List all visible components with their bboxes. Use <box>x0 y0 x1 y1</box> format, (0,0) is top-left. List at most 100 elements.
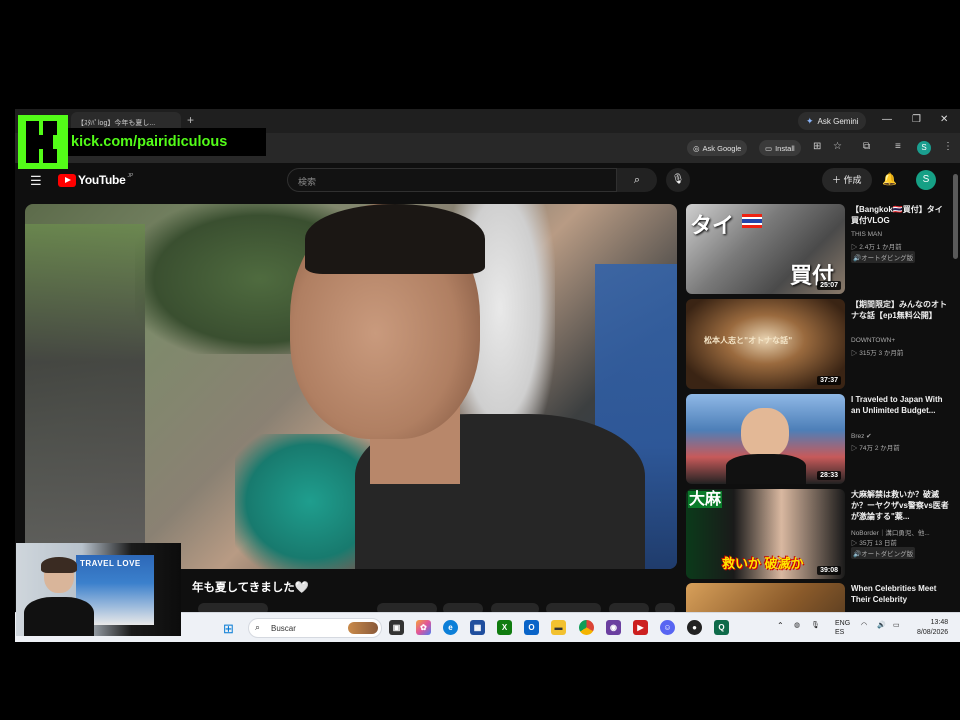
gemini-icon: ✦ <box>806 115 814 126</box>
menu-icon[interactable]: ☰ <box>30 173 42 189</box>
create-label: 作成 <box>843 175 862 185</box>
page-scrollbar[interactable] <box>953 174 958 259</box>
recommendation-meta: ▷ 74万 2 か月前 <box>851 445 900 452</box>
recommendation-title[interactable]: When Celebrities Meet Their Celebrity <box>851 583 949 605</box>
video-title: 年も夏してきました🤍 <box>192 582 310 594</box>
search-highlight-icon <box>348 622 378 634</box>
recommendation-meta: ▷ 35万 13 日前 <box>851 540 897 547</box>
recommendation-item[interactable]: 28:33 I Traveled to Japan With an Unlimi… <box>686 394 956 484</box>
video-background-person <box>25 224 145 569</box>
wifi-icon[interactable]: ◠ <box>861 621 867 629</box>
video-player[interactable] <box>25 204 677 569</box>
media-app-icon[interactable]: ▶ <box>633 620 648 635</box>
install-label: Install <box>775 143 795 153</box>
recommendation-title[interactable]: 【期間限定】みんなのオトナな話【ep1無料公開】 <box>851 299 949 321</box>
ask-gemini-button[interactable]: ✦ Ask Gemini <box>798 112 867 130</box>
thumbnail-text: 大麻 <box>688 491 722 508</box>
recommendation-channel[interactable]: Brez ✔ <box>851 432 872 440</box>
search-icon: ⌕ <box>633 174 641 186</box>
terminal-icon[interactable]: Q <box>714 620 729 635</box>
task-view-icon[interactable]: ▣ <box>389 620 404 635</box>
duration-badge: 37:37 <box>817 376 841 385</box>
language-bottom: ES <box>835 629 845 636</box>
browser-menu-icon[interactable]: ⋮ <box>943 141 953 152</box>
bookmark-star-icon[interactable]: ☆ <box>833 141 842 152</box>
edge-icon[interactable]: e <box>443 620 458 635</box>
recommendation-title[interactable]: I Traveled to Japan With an Unlimited Bu… <box>851 394 949 416</box>
taskbar-search-label: Buscar <box>271 624 296 633</box>
recommendation-thumbnail[interactable]: 28:33 <box>686 394 845 484</box>
duration-badge: 39:08 <box>817 566 841 575</box>
taskbar-clock[interactable]: 13:48 8/08/2026 <box>917 618 948 638</box>
ask-google-label: Ask Google <box>702 143 742 153</box>
ask-gemini-label: Ask Gemini <box>817 116 859 126</box>
browser-profile-avatar[interactable]: S <box>917 141 931 155</box>
ask-google-button[interactable]: ◎ Ask Google <box>687 140 748 156</box>
discord-icon[interactable]: ☺ <box>660 620 675 635</box>
outlook-icon[interactable]: O <box>524 620 539 635</box>
language-indicator[interactable]: ENG ES <box>835 619 850 637</box>
recommendation-channel[interactable]: DOWNTOWN+ <box>851 337 895 344</box>
recommendation-thumbnail[interactable] <box>686 583 845 613</box>
install-icon: ▭ <box>765 143 773 153</box>
recommendation-channel[interactable]: THIS MAN <box>851 231 882 238</box>
search-button[interactable]: ⌕ <box>617 168 657 192</box>
mic-icon: 🎙 <box>671 174 685 185</box>
volume-icon[interactable]: 🔊 <box>877 621 886 629</box>
voice-search-button[interactable]: 🎙 <box>666 168 690 192</box>
clock-time: 13:48 <box>930 619 949 626</box>
thumbnail-text-right: 救いか 破滅か <box>722 556 804 571</box>
recommendation-thumbnail[interactable]: 大麻 救いか 破滅か 39:08 <box>686 489 845 579</box>
plus-icon: ＋ <box>832 175 842 185</box>
tray-app-icon[interactable]: ◍ <box>794 621 800 629</box>
install-button[interactable]: ▭ Install <box>759 140 801 156</box>
clock-date: 8/08/2026 <box>917 629 949 636</box>
recommendation-item[interactable]: When Celebrities Meet Their Celebrity <box>686 583 956 613</box>
windows-start-icon[interactable]: ⊞ <box>223 621 234 637</box>
account-avatar[interactable]: S <box>916 170 936 190</box>
translate-icon[interactable]: ⊞ <box>813 141 821 152</box>
copilot-icon[interactable]: ✿ <box>416 620 431 635</box>
obs-icon[interactable]: ◉ <box>606 620 621 635</box>
notifications-bell-icon[interactable]: 🔔 <box>882 172 897 186</box>
extensions-icon[interactable]: ⧉ <box>863 141 870 152</box>
search-input[interactable]: 検索 <box>287 168 617 192</box>
tray-overflow-icon[interactable]: ⌃ <box>777 621 784 630</box>
youtube-logo[interactable]: YouTube JP <box>58 173 133 187</box>
media-control-icon[interactable]: ≡ <box>895 141 901 152</box>
youtube-wordmark: YouTube <box>78 173 126 187</box>
duration-badge: 28:33 <box>817 471 841 480</box>
recommendation-title[interactable]: 【Bangkok🇹🇭買付】タイ買付VLOG <box>851 204 949 226</box>
tray-mic-icon[interactable]: 🎙 <box>811 621 820 629</box>
auto-dub-badge: 🔊オートダビング版 <box>851 547 916 559</box>
thai-flag-icon <box>742 214 762 228</box>
thumbnail-text: 松本人志と"オトナな話" <box>704 335 793 345</box>
app-icon[interactable]: ● <box>687 620 702 635</box>
battery-icon[interactable]: ▭ <box>893 621 900 629</box>
video-subject-hair <box>305 204 485 274</box>
close-icon[interactable]: ✕ <box>940 114 948 125</box>
recommendation-item[interactable]: 大麻 救いか 破滅か 39:08 大麻解禁は救いか？破滅か？ーヤクザvs警察vs… <box>686 489 956 579</box>
youtube-play-icon <box>58 173 76 187</box>
maximize-icon[interactable]: ❐ <box>912 114 921 125</box>
recommendation-thumbnail[interactable]: 松本人志と"オトナな話" 37:37 <box>686 299 845 389</box>
thumbnail-text: タイ <box>690 213 735 238</box>
google-lens-icon: ◎ <box>693 143 700 153</box>
create-button[interactable]: ＋ 作成 <box>822 168 872 192</box>
thumbnail-shirt <box>726 454 806 484</box>
minimize-icon[interactable]: — <box>882 114 892 125</box>
recommendation-item[interactable]: 松本人志と"オトナな話" 37:37 【期間限定】みんなのオトナな話【ep1無料… <box>686 299 956 389</box>
language-top: ENG <box>835 620 851 627</box>
recommendation-title[interactable]: 大麻解禁は救いか？破滅か？ーヤクザvs警察vs医者が激論する"薬... <box>851 489 949 522</box>
recommendation-meta: ▷ 2.4万 1 か月前 <box>851 244 902 251</box>
chrome-icon[interactable] <box>579 620 594 635</box>
thumbnail-face <box>741 408 789 458</box>
auto-dub-badge: 🔊オートダビング版 <box>851 251 916 263</box>
recommendation-thumbnail[interactable]: タイ 買付 25:07 <box>686 204 845 294</box>
recommendation-item[interactable]: タイ 買付 25:07 【Bangkok🇹🇭買付】タイ買付VLOG THIS M… <box>686 204 956 294</box>
file-explorer-icon[interactable]: ▬ <box>551 620 566 635</box>
recommendation-channel[interactable]: NoBorder｜溝口勇児、他... <box>851 527 930 537</box>
xbox-icon[interactable]: X <box>497 620 512 635</box>
recommendation-meta: ▷ 315万 3 か月前 <box>851 350 904 357</box>
store-icon[interactable]: ▦ <box>470 620 485 635</box>
